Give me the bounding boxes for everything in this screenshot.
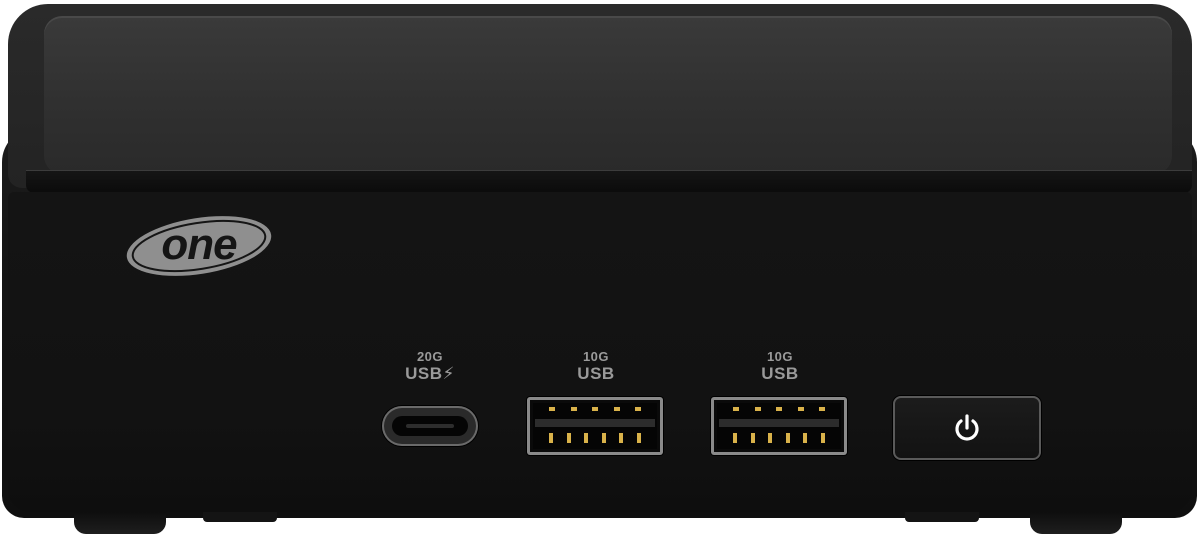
mini-pc-scene: one 20G USB⚡ 10G USB 10G USB — [0, 0, 1200, 538]
lid-lip — [26, 170, 1192, 193]
lid — [8, 4, 1192, 193]
usb-a-port-1[interactable] — [527, 397, 663, 455]
usb-a-port-2-bottom-pins — [733, 433, 825, 443]
usb-a-2-speed-label: 10G — [766, 349, 794, 364]
power-button[interactable] — [893, 396, 1041, 460]
right-foot — [1030, 512, 1122, 534]
usb-a-port-2[interactable] — [711, 397, 847, 455]
usb-a-port-1-tongue — [535, 419, 655, 427]
usb-a-port-2-tongue — [719, 419, 839, 427]
usb-c-port-label: 20G USB⚡ — [400, 350, 460, 382]
usb-a-port-1-label: 10G USB — [566, 350, 626, 382]
usb-c-port-opening — [392, 416, 468, 436]
brand-logo-text: one — [161, 220, 237, 269]
usb-a-2-type-label: USB — [761, 364, 799, 383]
usb-a-1-speed-label: 10G — [582, 349, 610, 364]
usb-a-port-2-top-pins — [733, 407, 825, 411]
usb-c-type-label: USB⚡ — [405, 364, 455, 383]
power-icon — [955, 414, 979, 441]
usb-a-1-type-label: USB — [577, 364, 615, 383]
left-base-pad — [203, 512, 277, 522]
right-base-pad — [905, 512, 979, 522]
usb-a-port-2-label: 10G USB — [750, 350, 810, 382]
usb-a-port-1-top-pins — [549, 407, 641, 411]
usb-c-speed-label: 20G — [416, 349, 444, 364]
usb-c-tongue — [406, 424, 454, 428]
usb-a-port-1-bottom-pins — [549, 433, 641, 443]
left-foot — [74, 512, 166, 534]
lid-top-surface — [44, 16, 1172, 174]
usb-c-port[interactable] — [382, 406, 478, 446]
brand-logo: one — [124, 214, 274, 278]
